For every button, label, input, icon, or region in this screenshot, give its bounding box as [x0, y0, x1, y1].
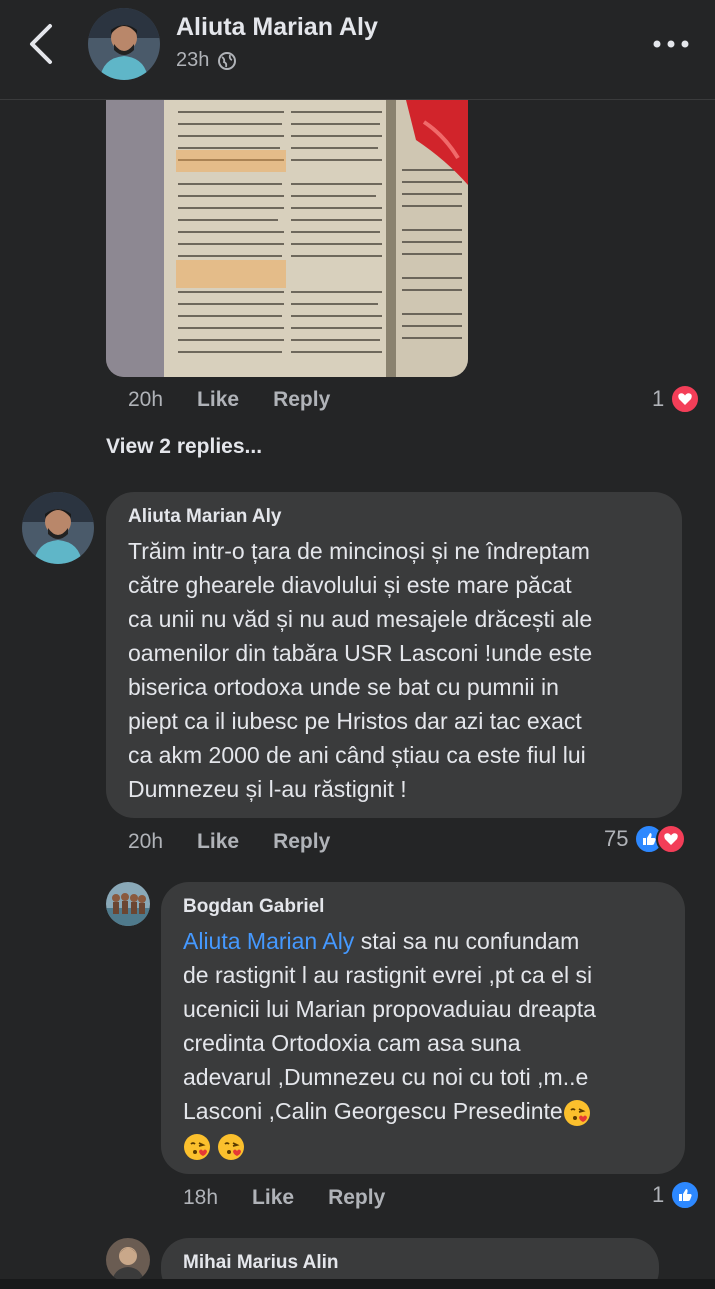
reply-button[interactable]: Reply	[273, 388, 330, 412]
like-reaction-icon	[670, 1180, 701, 1210]
reply-time: 18h	[183, 1186, 219, 1209]
globe-icon	[218, 51, 237, 70]
reply-author[interactable]: Mihai Marius Alin	[183, 1252, 637, 1274]
like-button[interactable]: Like	[197, 388, 239, 412]
reaction-count: 75	[604, 826, 629, 851]
love-reaction-icon	[656, 824, 687, 854]
comment-actions: 20h Like Reply	[128, 388, 364, 412]
reply-button[interactable]: Reply	[273, 830, 330, 854]
love-reaction-icon	[670, 384, 701, 414]
comment-time: 20h	[128, 830, 164, 853]
reply-actions: 18h Like Reply	[183, 1186, 419, 1210]
more-options-icon[interactable]	[651, 34, 691, 54]
comment-author[interactable]: Aliuta Marian Aly	[128, 506, 660, 528]
face-blowing-kiss-icon	[184, 1133, 210, 1160]
comment-actions: 20h Like Reply	[128, 830, 364, 854]
reply-text-rest: de rastignit l au rastignit evrei ,pt ca…	[183, 962, 596, 1124]
replier-avatar[interactable]	[106, 1238, 150, 1282]
view-replies-link[interactable]: View 2 replies...	[106, 435, 262, 459]
reply-text: Aliuta Marian Aly stai sa nu confundam d…	[183, 924, 663, 1162]
bottom-bar	[0, 1279, 715, 1289]
face-blowing-kiss-icon	[563, 1099, 590, 1126]
back-arrow-icon[interactable]	[26, 22, 60, 66]
comment-time: 20h	[128, 388, 164, 411]
replier-avatar[interactable]	[106, 882, 150, 926]
post-header: Aliuta Marian Aly 23h	[0, 0, 715, 100]
post-time: 23h	[176, 49, 210, 71]
like-button[interactable]: Like	[197, 830, 239, 854]
reply-text-first: stai sa nu confundam	[354, 928, 580, 954]
comment-text: Trăim intr-o țara de mincinoși și ne înd…	[128, 538, 593, 802]
face-blowing-kiss-icon	[218, 1133, 245, 1160]
reply-author[interactable]: Bogdan Gabriel	[183, 896, 663, 918]
mention-link[interactable]: Aliuta Marian Aly	[183, 928, 354, 954]
comment-bubble[interactable]: Aliuta Marian Aly Trăim intr-o țara de m…	[106, 492, 682, 818]
comment-photo[interactable]	[106, 100, 468, 377]
comment-reactions[interactable]: 1	[652, 384, 701, 414]
reaction-count: 1	[652, 1182, 665, 1207]
reply-button[interactable]: Reply	[328, 1186, 385, 1210]
post-meta: 23h	[176, 49, 237, 72]
reaction-count: 1	[652, 386, 665, 411]
author-name[interactable]: Aliuta Marian Aly	[176, 13, 378, 42]
author-avatar[interactable]	[88, 8, 160, 80]
commenter-avatar[interactable]	[22, 492, 94, 564]
like-button[interactable]: Like	[252, 1186, 294, 1210]
comment-reactions[interactable]: 75	[604, 824, 687, 854]
reply-reactions[interactable]: 1	[652, 1180, 701, 1210]
reply-bubble[interactable]: Bogdan Gabriel Aliuta Marian Aly stai sa…	[161, 882, 685, 1174]
